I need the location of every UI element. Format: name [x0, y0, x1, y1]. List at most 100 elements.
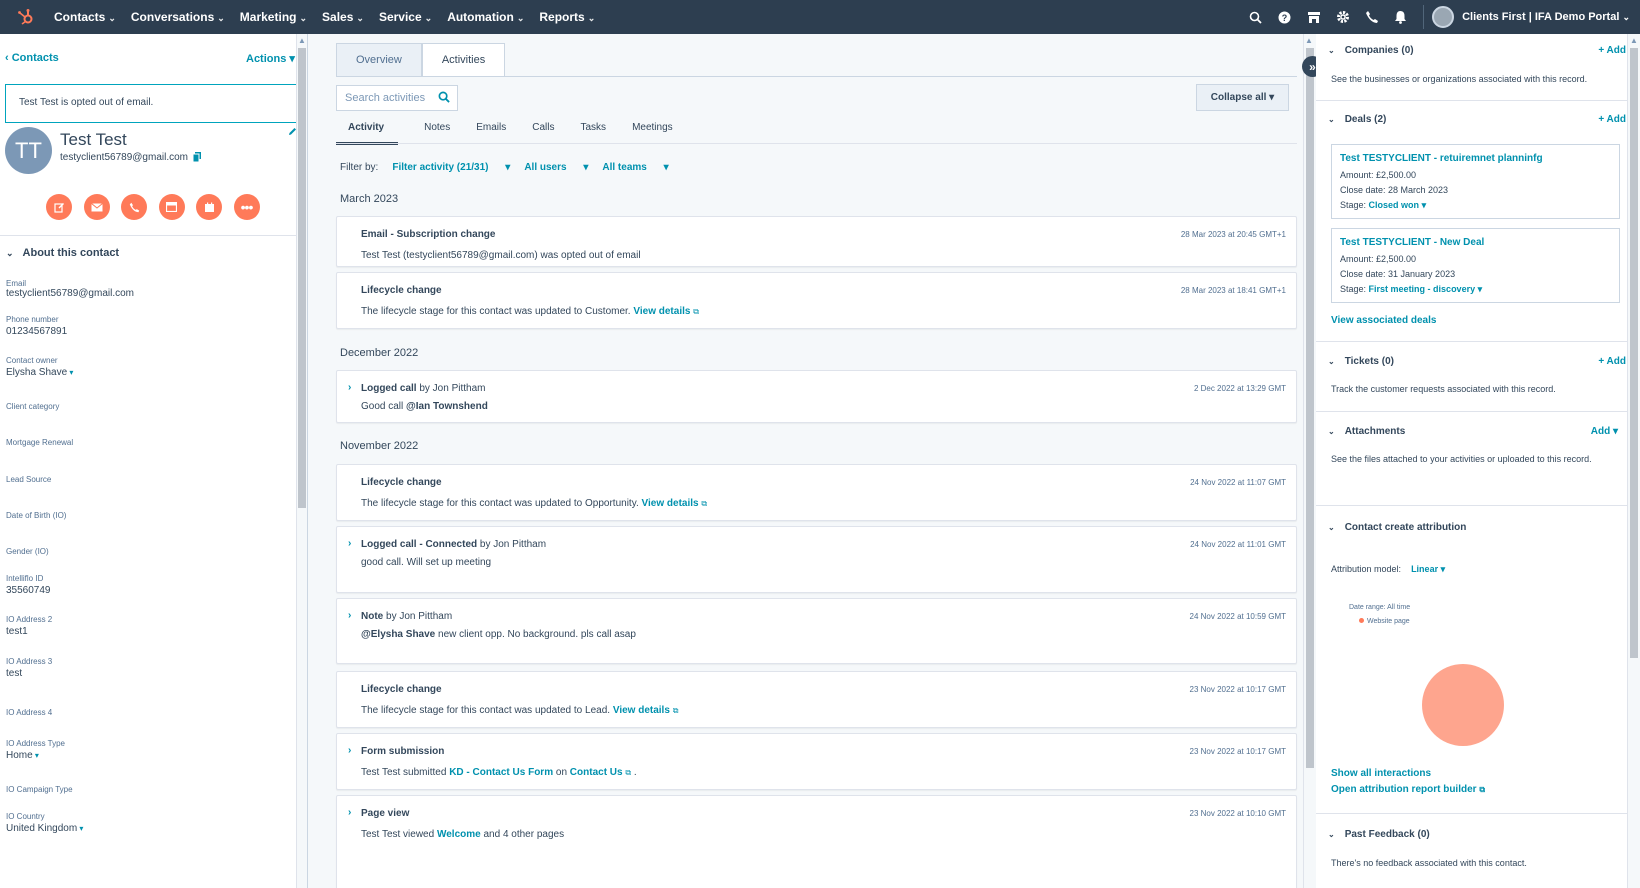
right-scrollbar[interactable]: ▲	[1627, 34, 1640, 888]
show-all-interactions-link[interactable]: Show all interactions	[1331, 768, 1431, 779]
attribution-pie-chart[interactable]	[1422, 664, 1504, 746]
calling-icon[interactable]	[1357, 0, 1386, 34]
property-email[interactable]: Email testyclient56789@gmail.com	[6, 279, 134, 299]
add-deal-button[interactable]: + Add	[1598, 114, 1626, 125]
property-contact-owner[interactable]: Contact owner Elysha Shave	[6, 356, 73, 378]
deal-card[interactable]: Test TESTYCLIENT - New Deal Amount: £2,5…	[1331, 228, 1620, 303]
help-icon[interactable]: ?	[1270, 0, 1299, 34]
scroll-thumb[interactable]	[1630, 48, 1638, 658]
property-phone[interactable]: Phone number 01234567891	[6, 315, 67, 337]
property-client-category[interactable]: Client category	[6, 402, 59, 411]
activity-card[interactable]: Lifecycle change 24 Nov 2022 at 11:07 GM…	[336, 464, 1297, 521]
subtab-meetings[interactable]: Meetings	[632, 122, 673, 145]
view-details-link[interactable]: View details	[613, 705, 670, 716]
call-action-button[interactable]	[121, 194, 147, 220]
expand-chevron-icon[interactable]: ›	[348, 610, 351, 621]
expand-chevron-icon[interactable]: ›	[348, 745, 351, 756]
nav-marketing[interactable]: Marketing ⌄	[240, 10, 307, 24]
activity-card[interactable]: › Note by Jon Pittham 24 Nov 2022 at 10:…	[336, 598, 1297, 664]
activity-card[interactable]: Email - Subscription change 28 Mar 2023 …	[336, 216, 1297, 267]
copy-icon[interactable]	[192, 152, 201, 165]
property-intelliflo-id[interactable]: Intelliflo ID 35560749	[6, 574, 51, 596]
scroll-up-icon[interactable]: ▲	[1630, 36, 1638, 45]
filter-teams-dropdown[interactable]: All teams ▾	[602, 162, 668, 173]
attribution-model-dropdown[interactable]: Linear ▾	[1411, 564, 1445, 574]
filter-users-dropdown[interactable]: All users ▾	[524, 162, 588, 173]
scroll-thumb[interactable]	[298, 48, 306, 508]
property-lead-source[interactable]: Lead Source	[6, 475, 51, 484]
attachments-section-toggle[interactable]: ⌄ Attachments	[1328, 426, 1405, 437]
deal-name-link[interactable]: Test TESTYCLIENT - retuiremnet planninfg	[1340, 153, 1611, 164]
portal-menu[interactable]: Clients First | IFA Demo Portal ⌄	[1462, 11, 1630, 23]
hubspot-logo-icon[interactable]	[12, 0, 40, 34]
property-gender[interactable]: Gender (IO)	[6, 547, 49, 556]
form-link[interactable]: KD - Contact Us Form	[449, 767, 553, 778]
log-activity-button[interactable]	[158, 194, 185, 220]
view-details-link[interactable]: View details	[633, 306, 690, 317]
tickets-section-toggle[interactable]: ⌄ Tickets (0)	[1328, 356, 1394, 367]
subtab-tasks[interactable]: Tasks	[581, 122, 607, 145]
collapse-all-button[interactable]: Collapse all ▾	[1196, 84, 1289, 111]
left-scrollbar[interactable]: ▲	[296, 34, 307, 888]
property-io-campaign-type[interactable]: IO Campaign Type	[6, 785, 73, 794]
actions-dropdown[interactable]: Actions ▾	[246, 52, 295, 65]
task-action-button[interactable]	[196, 194, 222, 220]
nav-service[interactable]: Service ⌄	[379, 10, 432, 24]
activity-card[interactable]: › Page view 23 Nov 2022 at 10:10 GMT Tes…	[336, 795, 1297, 888]
filter-activity-dropdown[interactable]: Filter activity (21/31) ▾	[392, 162, 510, 173]
open-attribution-report-link[interactable]: Open attribution report builder ⧉	[1331, 784, 1485, 795]
expand-chevron-icon[interactable]: ›	[348, 382, 351, 393]
search-icon[interactable]	[438, 91, 450, 106]
scroll-thumb[interactable]	[1306, 48, 1314, 768]
view-details-link[interactable]: View details	[642, 498, 699, 509]
about-section-toggle[interactable]: ⌄ About this contact	[6, 247, 119, 259]
property-mortgage-renewal[interactable]: Mortgage Renewal	[6, 438, 73, 447]
expand-chevron-icon[interactable]: ›	[348, 807, 351, 818]
property-io-address-2[interactable]: IO Address 2 test1	[6, 615, 52, 637]
view-associated-deals-link[interactable]: View associated deals	[1331, 315, 1436, 326]
tab-overview[interactable]: Overview	[336, 43, 422, 77]
companies-section-toggle[interactable]: ⌄ Companies (0)	[1328, 45, 1414, 56]
activity-card[interactable]: › Logged call - Connected by Jon Pittham…	[336, 526, 1297, 593]
marketplace-icon[interactable]	[1299, 0, 1328, 34]
tab-activities[interactable]: Activities	[421, 43, 506, 77]
settings-gear-icon[interactable]	[1328, 0, 1357, 34]
activity-card[interactable]: Lifecycle change 28 Mar 2023 at 18:41 GM…	[336, 272, 1297, 329]
nav-automation[interactable]: Automation ⌄	[447, 10, 524, 24]
activity-card[interactable]: Lifecycle change 23 Nov 2022 at 10:17 GM…	[336, 671, 1297, 728]
deal-stage-dropdown[interactable]: First meeting - discovery ▾	[1369, 284, 1483, 294]
activity-card[interactable]: › Logged call by Jon Pittham 2 Dec 2022 …	[336, 370, 1297, 423]
email-action-button[interactable]	[83, 194, 110, 220]
middle-scrollbar[interactable]: ▲	[1303, 34, 1316, 888]
add-attachment-button[interactable]: Add ▾	[1591, 426, 1618, 437]
feedback-section-toggle[interactable]: ⌄ Past Feedback (0)	[1328, 829, 1430, 840]
breadcrumb[interactable]: ‹ Contacts	[5, 52, 59, 64]
subtab-activity[interactable]: Activity	[336, 122, 399, 145]
user-avatar[interactable]	[1432, 6, 1455, 28]
subtab-notes[interactable]: Notes	[424, 122, 450, 145]
property-io-address-4[interactable]: IO Address 4	[6, 708, 52, 717]
property-date-of-birth[interactable]: Date of Birth (IO)	[6, 511, 66, 520]
search-icon[interactable]	[1241, 0, 1270, 34]
mention[interactable]: @Elysha Shave	[361, 629, 435, 640]
subtab-emails[interactable]: Emails	[476, 122, 506, 145]
nav-contacts[interactable]: Contacts ⌄	[54, 10, 116, 24]
nav-sales[interactable]: Sales ⌄	[322, 10, 364, 24]
property-io-address-type[interactable]: IO Address Type Home	[6, 739, 65, 761]
property-io-country[interactable]: IO Country United Kingdom	[6, 812, 83, 834]
subtab-calls[interactable]: Calls	[532, 122, 554, 145]
expand-chevron-icon[interactable]: ›	[348, 538, 351, 549]
more-actions-button[interactable]: •••	[233, 194, 260, 220]
notifications-bell-icon[interactable]	[1386, 0, 1415, 34]
nav-conversations[interactable]: Conversations ⌄	[131, 10, 225, 24]
deals-section-toggle[interactable]: ⌄ Deals (2)	[1328, 114, 1386, 125]
deal-stage-dropdown[interactable]: Closed won ▾	[1369, 200, 1427, 210]
note-action-button[interactable]	[46, 194, 72, 220]
scroll-up-icon[interactable]: ▲	[298, 36, 306, 45]
deal-card[interactable]: Test TESTYCLIENT - retuiremnet planninfg…	[1331, 144, 1620, 219]
property-io-address-3[interactable]: IO Address 3 test	[6, 657, 52, 679]
add-company-button[interactable]: + Add	[1598, 45, 1626, 56]
search-activities-input[interactable]: Search activities	[336, 85, 458, 111]
scroll-up-icon[interactable]: ▲	[1305, 36, 1313, 45]
add-ticket-button[interactable]: + Add	[1598, 356, 1626, 367]
